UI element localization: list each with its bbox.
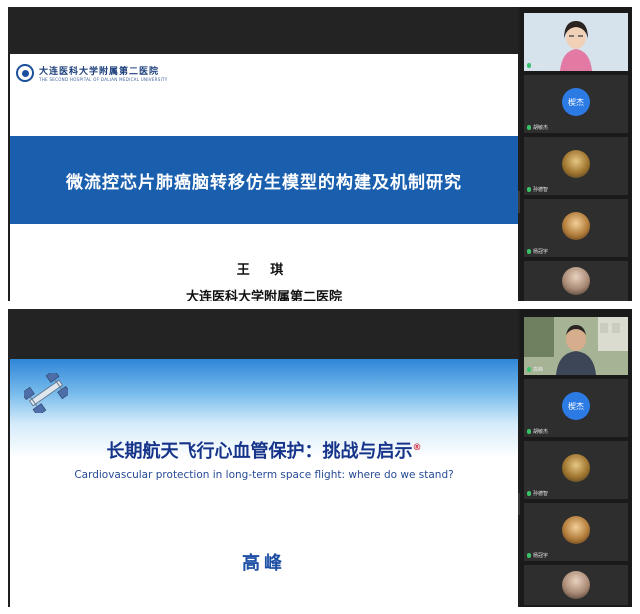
mic-on-icon — [527, 249, 531, 254]
participant-avatar — [562, 212, 590, 240]
mic-on-icon — [527, 553, 531, 558]
slide-title: 微流控芯片肺癌脑转移仿生模型的构建及机制研究 — [66, 172, 462, 193]
participant-name: 杨冠宇 — [533, 553, 549, 559]
presenter-affiliation: 大连医科大学附属第二医院 — [185, 290, 342, 301]
participant-name: 高峰 — [533, 367, 544, 373]
registered-mark: ® — [412, 443, 422, 453]
presenter-name: 高峰 — [242, 553, 286, 574]
slide-title: 长期航天飞行心血管保护：挑战与启示® — [106, 441, 422, 462]
participant-tile[interactable]: 杨冠宇 — [524, 503, 628, 561]
meeting-window-top: 大连医科大学附属第二医院 THE SECOND HOSPITAL OF DALI… — [8, 7, 632, 301]
mic-on-icon — [527, 429, 531, 434]
participant-tile[interactable]: 孙德智 — [524, 441, 628, 499]
participant-name: 王琪 — [533, 63, 544, 69]
hospital-logo-en: THE SECOND HOSPITAL OF DALIAN MEDICAL UN… — [39, 77, 168, 82]
participants-sidebar: 王琪 楔杰 胡敏杰 孙德智 杨冠宇 — [520, 7, 632, 301]
hospital-logo: 大连医科大学附属第二医院 THE SECOND HOSPITAL OF DALI… — [16, 64, 168, 82]
participant-avatar — [562, 454, 590, 482]
participant-avatar — [562, 150, 590, 178]
participant-name: 胡敏杰 — [533, 125, 549, 131]
title-band: 微流控芯片肺癌脑转移仿生模型的构建及机制研究 — [10, 136, 518, 224]
participant-tile[interactable]: 楔杰 胡敏杰 — [524, 75, 628, 133]
participant-tile[interactable]: 楔杰 胡敏杰 — [524, 379, 628, 437]
participant-tile[interactable] — [524, 565, 628, 605]
meeting-toolbar — [8, 309, 518, 359]
slide-subtitle: Cardiovascular protection in long-term s… — [74, 469, 454, 481]
meeting-window-bottom: 长期航天飞行心血管保护：挑战与启示® Cardiovascular protec… — [8, 309, 632, 607]
participant-name: 杨冠宇 — [533, 249, 549, 255]
participant-tile[interactable]: 孙德智 — [524, 137, 628, 195]
hospital-emblem-icon — [16, 64, 34, 82]
hospital-logo-text: 大连医科大学附属第二医院 — [39, 67, 160, 77]
participant-avatar — [562, 267, 590, 295]
participant-avatar — [562, 571, 590, 599]
mic-on-icon — [527, 187, 531, 192]
participant-tile[interactable] — [524, 261, 628, 301]
participant-name: 孙德智 — [533, 187, 549, 193]
participants-sidebar: 高峰 楔杰 胡敏杰 孙德智 杨冠宇 — [520, 309, 632, 607]
shared-slide: 长期航天飞行心血管保护：挑战与启示® Cardiovascular protec… — [10, 359, 518, 607]
participant-tile[interactable]: 高峰 — [524, 317, 628, 375]
mic-on-icon — [527, 125, 531, 130]
mic-on-icon — [527, 63, 531, 68]
participant-name: 胡敏杰 — [533, 429, 549, 435]
space-station-icon — [24, 373, 68, 413]
participant-name: 孙德智 — [533, 491, 549, 497]
participant-avatar: 楔杰 — [562, 88, 590, 116]
mic-on-icon — [527, 367, 531, 372]
meeting-toolbar — [8, 7, 518, 54]
participant-avatar: 楔杰 — [562, 392, 590, 420]
presenter-name: 王 琪 — [236, 263, 292, 278]
participant-tile[interactable]: 杨冠宇 — [524, 199, 628, 257]
shared-slide: 大连医科大学附属第二医院 THE SECOND HOSPITAL OF DALI… — [10, 54, 518, 301]
participant-tile[interactable]: 王琪 — [524, 13, 628, 71]
mic-on-icon — [527, 491, 531, 496]
participant-avatar — [562, 516, 590, 544]
